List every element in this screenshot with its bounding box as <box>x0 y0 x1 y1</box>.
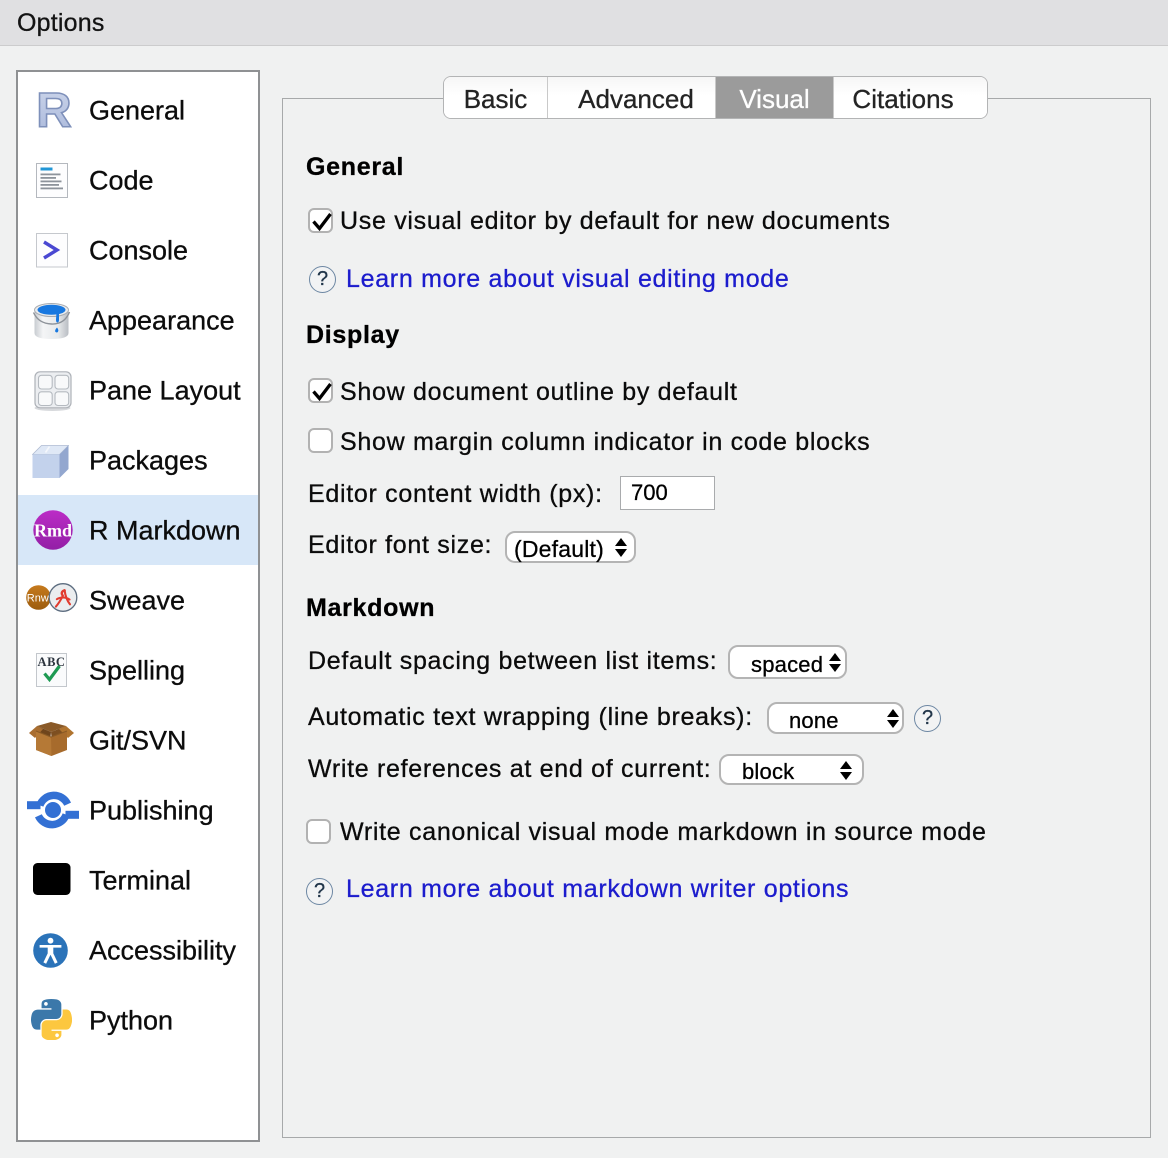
svg-text:R: R <box>36 90 71 130</box>
svg-text:Rmd: Rmd <box>34 521 72 541</box>
svg-text:ABC: ABC <box>38 655 66 669</box>
svg-text:Rnw: Rnw <box>26 592 48 604</box>
